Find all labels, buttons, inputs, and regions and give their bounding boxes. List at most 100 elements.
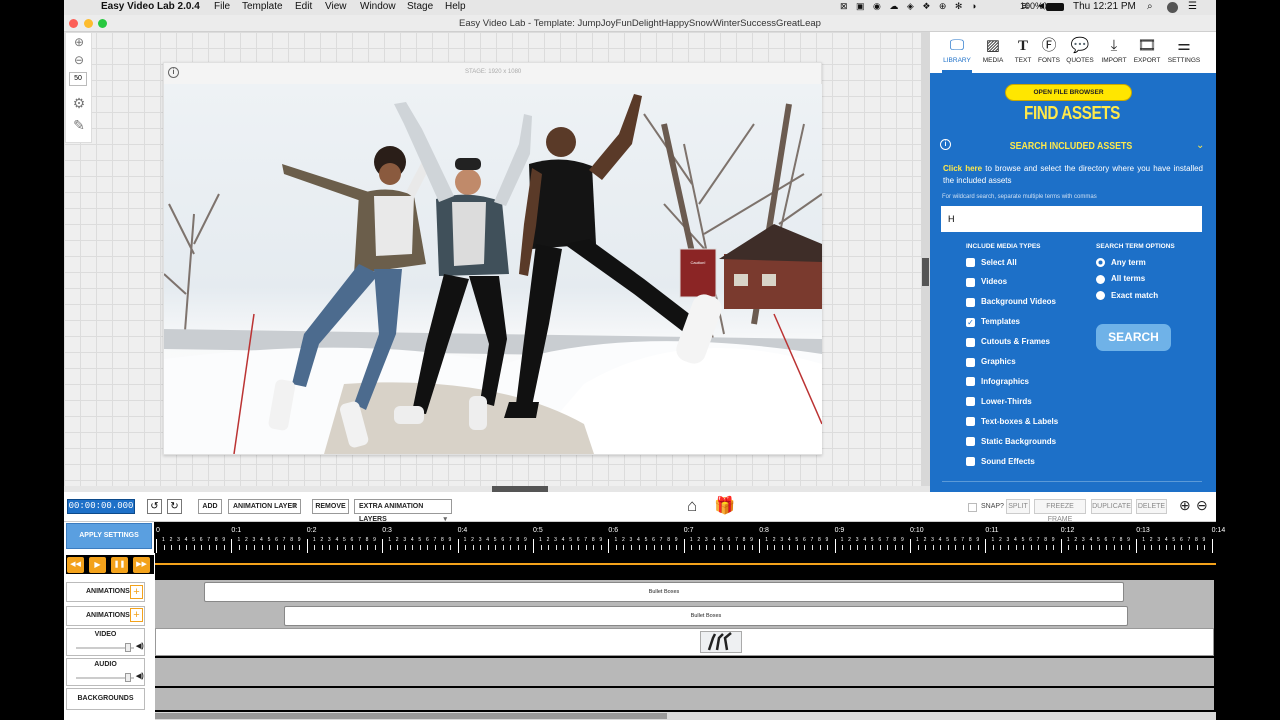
open-file-browser-button[interactable]: OPEN FILE BROWSER (1005, 84, 1132, 101)
backgrounds-track[interactable] (155, 688, 1214, 710)
checkbox-sound-effects[interactable] (966, 457, 975, 466)
rewind-icon[interactable]: ◀◀ (67, 557, 84, 573)
info-icon[interactable]: i (940, 139, 951, 150)
audio-track[interactable] (155, 658, 1214, 686)
vertical-scroll-thumb[interactable] (922, 258, 929, 286)
media-type-label[interactable]: Videos (981, 277, 1007, 286)
timeline-horizontal-scrollbar[interactable] (155, 712, 1216, 720)
checkbox-infographics[interactable] (966, 377, 975, 387)
tab-library[interactable]: 🖵 LIBRARY (938, 32, 976, 73)
info-icon[interactable]: i (168, 67, 179, 78)
checkbox-static-backgrounds[interactable] (966, 437, 975, 447)
snap-checkbox[interactable] (968, 503, 977, 512)
zoom-out-icon[interactable]: ⊖ (1196, 497, 1208, 514)
checkbox-graphics[interactable] (966, 357, 975, 367)
checkbox-templates[interactable]: ✓ (966, 317, 975, 327)
status-icons[interactable]: ⊠ ▣ ◉ ☁ ◈ ❖ ⊕ ✻ ◑ (840, 1, 979, 12)
notification-center-icon[interactable]: ☰ (1188, 1, 1197, 12)
checkbox-text-boxes-labels[interactable] (966, 417, 975, 427)
extra-animation-layers-select[interactable]: EXTRA ANIMATION LAYERS ▾ (354, 499, 452, 523)
timeline-ruler[interactable]: 0 1 2 3 4 5 6 7 8 9 0:1 1 2 3 4 5 6 7 8 9 0:2 1 2 3 4 5 6 7 8 9 0:3 1 2 3… (154, 522, 1225, 553)
animation-layer-select[interactable]: ANIMATION LAYER ▾ (228, 499, 301, 514)
store-icon[interactable]: ⌂ (687, 496, 697, 516)
media-type-label[interactable]: Templates (981, 317, 1020, 326)
gear-icon[interactable]: ⚙ (70, 95, 88, 111)
search-input[interactable] (941, 206, 1202, 232)
tab-quotes[interactable]: 💬 QUOTES (1064, 32, 1096, 73)
user-avatar-icon[interactable] (1167, 2, 1178, 13)
timecode-display[interactable]: 00:00:00.000 (67, 499, 135, 514)
media-type-label[interactable]: Sound Effects (981, 457, 1035, 466)
app-name[interactable]: Easy Video Lab 2.0.4 (101, 1, 200, 12)
menu-help[interactable]: Help (445, 1, 466, 12)
media-type-label[interactable]: Cutouts & Frames (981, 337, 1050, 346)
audio-volume-handle[interactable] (125, 673, 131, 682)
tab-text[interactable]: T TEXT (1010, 32, 1036, 73)
term-option-label[interactable]: All terms (1111, 274, 1145, 283)
menu-edit[interactable]: Edit (295, 1, 312, 12)
search-button[interactable]: SEARCH (1096, 324, 1171, 351)
checkbox-cutouts-frames[interactable] (966, 337, 975, 347)
apply-settings-button[interactable]: APPLY SETTINGS (66, 523, 152, 549)
gift-icon[interactable]: 🎁 (714, 496, 735, 516)
video-track[interactable] (155, 628, 1214, 656)
minimize-window-button[interactable] (84, 19, 93, 28)
video-volume-handle[interactable] (125, 643, 131, 652)
media-type-label[interactable]: Infographics (981, 377, 1029, 386)
animation-track-2[interactable]: Bullet Boxes (155, 604, 1214, 628)
term-option-label[interactable]: Exact match (1111, 291, 1158, 300)
zoom-in-icon[interactable]: ⊕ (70, 35, 88, 51)
spotlight-icon[interactable]: ⌕ (1147, 1, 1153, 12)
close-window-button[interactable] (69, 19, 78, 28)
tab-media[interactable]: ▨ MEDIA (976, 32, 1010, 73)
tab-fonts[interactable]: Ⓕ FONTS (1036, 32, 1062, 73)
add-animation-icon[interactable]: + (130, 585, 143, 599)
media-type-label[interactable]: Select All (981, 258, 1017, 267)
duplicate-button[interactable]: DUPLICATE (1091, 499, 1132, 514)
checkbox-videos[interactable] (966, 277, 975, 287)
tab-settings[interactable]: ⚌ SETTINGS (1164, 32, 1204, 73)
add-button[interactable]: ADD (198, 499, 222, 514)
speaker-icon[interactable]: ◀) (136, 642, 144, 650)
clip-bullet-boxes-1[interactable]: Bullet Boxes (204, 582, 1124, 602)
media-type-label[interactable]: Lower-Thirds (981, 397, 1032, 406)
term-option-label[interactable]: Any term (1111, 258, 1146, 267)
clip-bullet-boxes-2[interactable]: Bullet Boxes (284, 606, 1128, 626)
checkbox-lower-thirds[interactable] (966, 397, 975, 407)
click-here-link[interactable]: Click here (943, 164, 982, 173)
media-type-label[interactable]: Graphics (981, 357, 1016, 366)
split-button[interactable]: SPLIT (1006, 499, 1030, 514)
freeze-frame-button[interactable]: FREEZE FRAME (1034, 499, 1086, 523)
menu-stage[interactable]: Stage (407, 1, 433, 12)
search-section-title[interactable]: SEARCH INCLUDED ASSETS (1004, 141, 1138, 152)
play-icon[interactable]: ▶ (89, 557, 106, 573)
menu-view[interactable]: View (325, 1, 347, 12)
radio-exact-match[interactable] (1096, 291, 1105, 300)
animation-track-1[interactable]: Bullet Boxes (155, 580, 1214, 604)
chevron-down-icon[interactable]: ⌄ (1196, 140, 1204, 151)
redo-icon[interactable]: ↻ (167, 499, 182, 514)
timeline-scroll-thumb[interactable] (155, 713, 667, 719)
playhead-track[interactable] (155, 553, 1216, 579)
pause-icon[interactable]: ❚❚ (111, 557, 128, 573)
media-type-label[interactable]: Text-boxes & Labels (981, 417, 1058, 426)
maximize-window-button[interactable] (98, 19, 107, 28)
menu-file[interactable]: File (214, 1, 230, 12)
remove-button[interactable]: REMOVE (312, 499, 349, 514)
radio-all-terms[interactable] (1096, 274, 1105, 284)
undo-icon[interactable]: ↺ (147, 499, 162, 514)
battery-icon[interactable] (1046, 3, 1064, 11)
add-animation-icon[interactable]: + (130, 608, 143, 622)
radio-any-term[interactable] (1096, 258, 1105, 267)
clock[interactable]: Thu 12:21 PM (1073, 1, 1136, 12)
zoom-out-icon[interactable]: ⊖ (70, 53, 88, 69)
tab-export[interactable]: 🎞 EXPORT (1130, 32, 1164, 73)
zoom-in-icon[interactable]: ⊕ (1179, 497, 1191, 514)
menu-template[interactable]: Template (242, 1, 283, 12)
media-type-label[interactable]: Static Backgrounds (981, 437, 1056, 446)
checkbox-select-all[interactable] (966, 258, 975, 267)
speaker-icon[interactable]: ◀) (136, 672, 144, 680)
checkbox-background-videos[interactable] (966, 297, 975, 307)
menu-window[interactable]: Window (360, 1, 396, 12)
tab-import[interactable]: ⤓ IMPORT (1098, 32, 1130, 73)
